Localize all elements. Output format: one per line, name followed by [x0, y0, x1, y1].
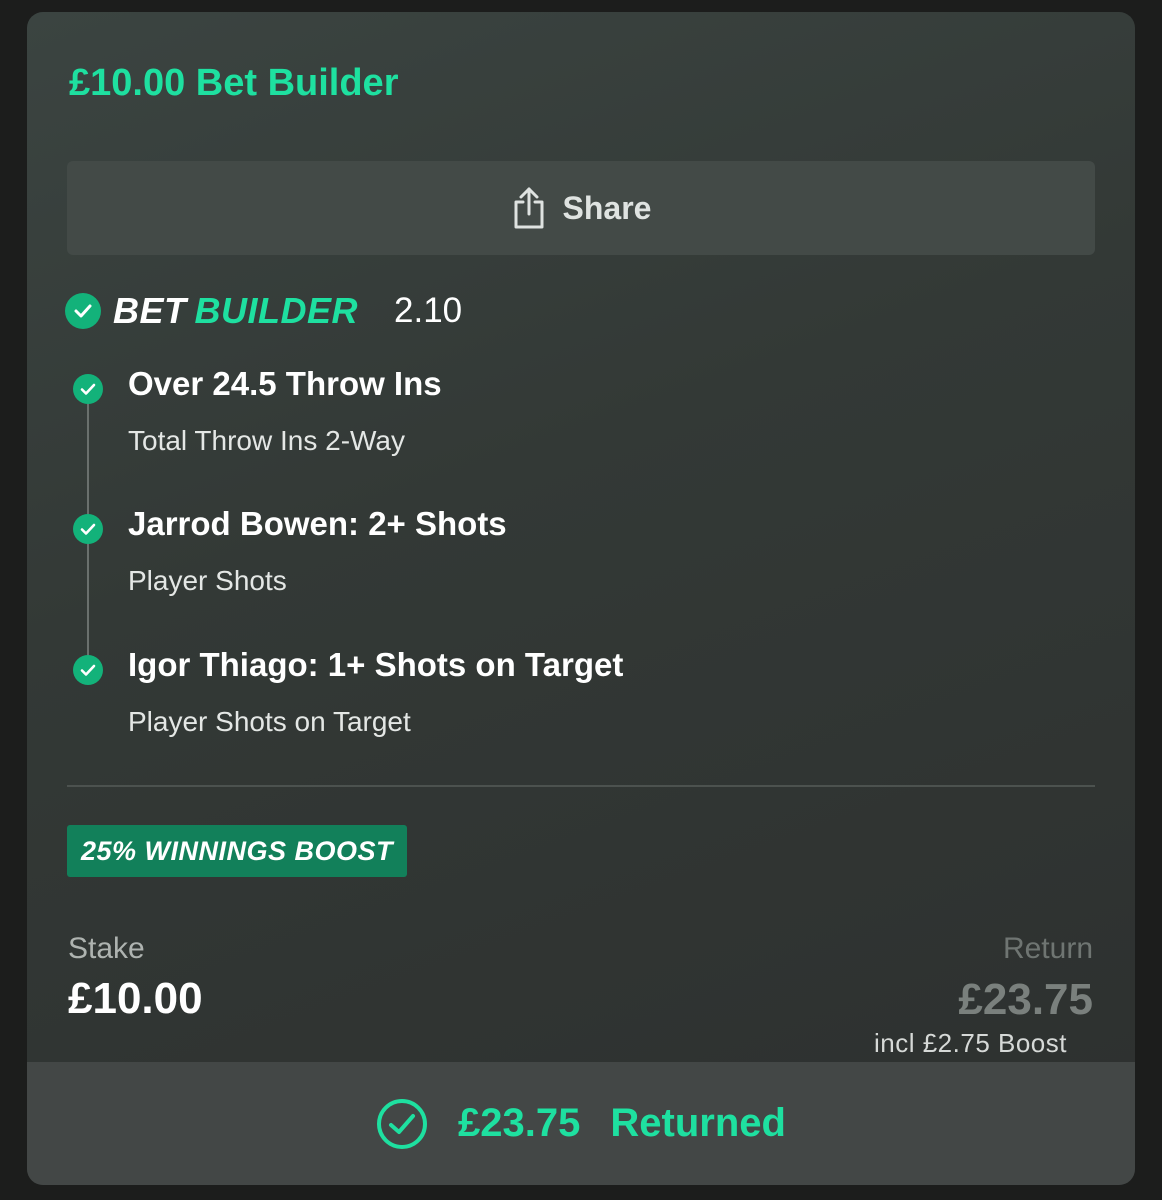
stake-value: £10.00 [68, 974, 203, 1023]
boost-note: incl £2.75 Boost [873, 1028, 1067, 1058]
bet-odds: 2.10 [394, 291, 463, 330]
leg-market: Player Shots on Target [128, 706, 411, 737]
bet-builder-header: BET BUILDER 2.10 [65, 290, 462, 332]
check-circle-outline-icon [376, 1098, 428, 1150]
stake-label: Stake [68, 932, 145, 965]
winnings-boost-badge: 25% WINNINGS BOOST [67, 825, 408, 877]
leg-selection: Over 24.5 Throw Ins [128, 365, 442, 402]
bet-builder-logo-builder: BUILDER [194, 290, 358, 331]
bet-builder-logo: BET BUILDER [113, 290, 358, 332]
check-circle-icon [65, 293, 101, 329]
check-circle-icon [73, 655, 103, 685]
returned-status-bar: £23.75 Returned [27, 1062, 1135, 1185]
share-label: Share [562, 189, 652, 226]
check-circle-icon [73, 374, 103, 404]
leg-market: Total Throw Ins 2-Way [128, 425, 405, 456]
leg-selection: Jarrod Bowen: 2+ Shots [128, 505, 507, 542]
bet-title: £10.00 Bet Builder [69, 62, 399, 104]
check-circle-icon [73, 514, 103, 544]
share-icon [511, 186, 547, 230]
return-value: £23.75 [958, 975, 1093, 1024]
leg-selection: Igor Thiago: 1+ Shots on Target [128, 646, 624, 683]
returned-amount: £23.75 [458, 1101, 581, 1145]
leg-market: Player Shots [128, 565, 287, 596]
share-button[interactable]: Share [67, 161, 1095, 255]
bet-builder-logo-bet: BET [113, 290, 187, 331]
returned-label: Returned [610, 1101, 786, 1145]
return-label: Return [1002, 932, 1093, 965]
divider [67, 785, 1095, 787]
bet-card: £10.00 Bet Builder Share BET BUILDER 2.10 [27, 12, 1135, 1185]
